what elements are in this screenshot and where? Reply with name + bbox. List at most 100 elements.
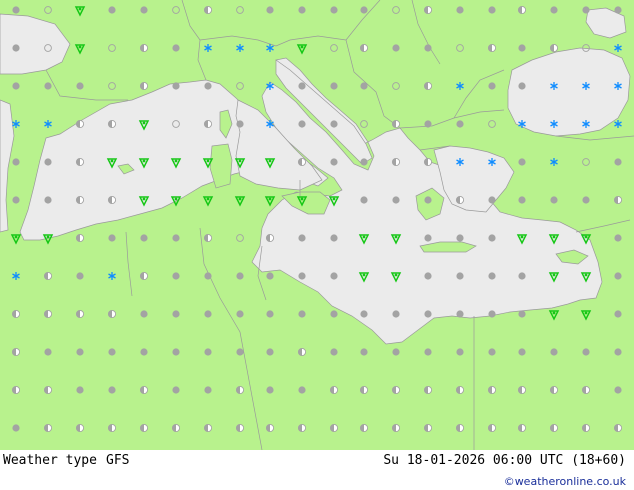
partly-cloudy-half-114: [455, 195, 465, 205]
cloudy-dot-14: [456, 6, 464, 14]
cloudy-dot-117: [550, 196, 558, 204]
cloudy-dot-74: [456, 120, 464, 128]
cloudy-dot-198: [582, 348, 590, 356]
cloudy-dot-15: [488, 6, 496, 14]
partly-cloudy-half-119: [613, 195, 623, 205]
cloudy-dot-149: [298, 272, 306, 280]
cloudy-dot-42: [76, 82, 84, 90]
cloudy-dot-195: [488, 348, 496, 356]
partly-cloudy-half-227: [235, 423, 245, 433]
partly-cloudy-half-160: [11, 309, 21, 319]
cloudy-dot-175: [488, 310, 496, 318]
partly-cloudy-half-122: [75, 233, 85, 243]
cloudy-dot-69: [298, 120, 306, 128]
partly-cloudy-half-238: [581, 423, 591, 433]
cloudy-dot-36: [518, 44, 526, 52]
cloudy-dot-19: [614, 6, 622, 14]
partly-cloudy-half-239: [613, 423, 623, 433]
partly-cloudy-half-221: [43, 423, 53, 433]
cloudy-dot-168: [266, 310, 274, 318]
cloudy-dot-183: [108, 348, 116, 356]
cloudy-dot-41: [44, 82, 52, 90]
cloudy-dot-40: [12, 82, 20, 90]
cloudy-dot-147: [236, 272, 244, 280]
product-label: Weather type: [3, 453, 97, 468]
cloudy-dot-50: [330, 82, 338, 90]
cloudy-dot-179: [614, 310, 622, 318]
cloudy-dot-32: [392, 44, 400, 52]
partly-cloudy-half-128: [265, 233, 275, 243]
cloudy-dot-96: [518, 158, 526, 166]
partly-cloudy-half-13: [423, 5, 433, 15]
partly-cloudy-half-217: [549, 385, 559, 395]
partly-cloudy-half-180: [11, 347, 21, 357]
partly-cloudy-half-35: [487, 43, 497, 53]
partly-cloudy-half-126: [203, 233, 213, 243]
cloudy-dot-190: [330, 348, 338, 356]
partly-cloudy-half-66: [203, 119, 213, 129]
cloudy-dot-55: [488, 82, 496, 90]
cloudy-dot-184: [140, 348, 148, 356]
cloudy-dot-134: [456, 234, 464, 242]
cloudy-dot-191: [360, 348, 368, 356]
cloudy-dot-9: [298, 6, 306, 14]
cloudy-dot-199: [614, 348, 622, 356]
cloudy-dot-8: [266, 6, 274, 14]
cloudy-dot-142: [76, 272, 84, 280]
cloudy-dot-203: [108, 386, 116, 394]
cloudy-dot-116: [518, 196, 526, 204]
partly-cloudy-half-236: [517, 423, 527, 433]
cloudy-dot-220: [12, 424, 20, 432]
cloudy-dot-51: [360, 82, 368, 90]
partly-cloudy-half-233: [423, 423, 433, 433]
cloudy-dot-150: [330, 272, 338, 280]
cloudy-dot-187: [236, 348, 244, 356]
partly-cloudy-half-16: [517, 5, 527, 15]
cloudy-dot-17: [550, 6, 558, 14]
partly-cloudy-half-189: [297, 347, 307, 357]
partly-cloudy-half-93: [423, 157, 433, 167]
cloudy-dot-49: [298, 82, 306, 90]
cloudy-dot-133: [424, 234, 432, 242]
cloudy-dot-56: [518, 82, 526, 90]
cloudy-dot-45: [172, 82, 180, 90]
cloudy-dot-115: [488, 196, 496, 204]
cloudy-dot-154: [456, 272, 464, 280]
cloudy-dot-188: [266, 348, 274, 356]
credit-link[interactable]: ©weatheronline.co.uk: [504, 475, 626, 488]
cloudy-dot-196: [518, 348, 526, 356]
partly-cloudy-half-37: [549, 43, 559, 53]
cloudy-dot-202: [76, 386, 84, 394]
cloudy-dot-194: [456, 348, 464, 356]
partly-cloudy-half-144: [139, 271, 149, 281]
cloudy-dot-80: [12, 158, 20, 166]
partly-cloudy-half-212: [391, 385, 401, 395]
model-label: GFS: [106, 453, 130, 468]
cloudy-dot-209: [298, 386, 306, 394]
cloudy-dot-67: [236, 120, 244, 128]
cloudy-dot-118: [582, 196, 590, 204]
partly-cloudy-half-214: [455, 385, 465, 395]
partly-cloudy-half-141: [43, 271, 53, 281]
cloudy-dot-130: [330, 234, 338, 242]
cloudy-dot-186: [204, 348, 212, 356]
cloudy-dot-46: [204, 82, 212, 90]
cloudy-dot-173: [424, 310, 432, 318]
partly-cloudy-half-6: [203, 5, 213, 15]
cloudy-dot-174: [456, 310, 464, 318]
cloudy-dot-129: [298, 234, 306, 242]
cloudy-dot-148: [266, 272, 274, 280]
partly-cloudy-half-228: [265, 423, 275, 433]
partly-cloudy-half-161: [43, 309, 53, 319]
cloudy-dot-167: [236, 310, 244, 318]
cloudy-dot-171: [360, 310, 368, 318]
partly-cloudy-half-103: [107, 195, 117, 205]
partly-cloudy-half-207: [235, 385, 245, 395]
cloudy-dot-181: [44, 348, 52, 356]
cloudy-dot-176: [518, 310, 526, 318]
cloudy-dot-11: [360, 6, 368, 14]
cloudy-dot-208: [266, 386, 274, 394]
cloudy-dot-159: [614, 272, 622, 280]
cloudy-dot-81: [44, 158, 52, 166]
cloudy-dot-20: [12, 44, 20, 52]
